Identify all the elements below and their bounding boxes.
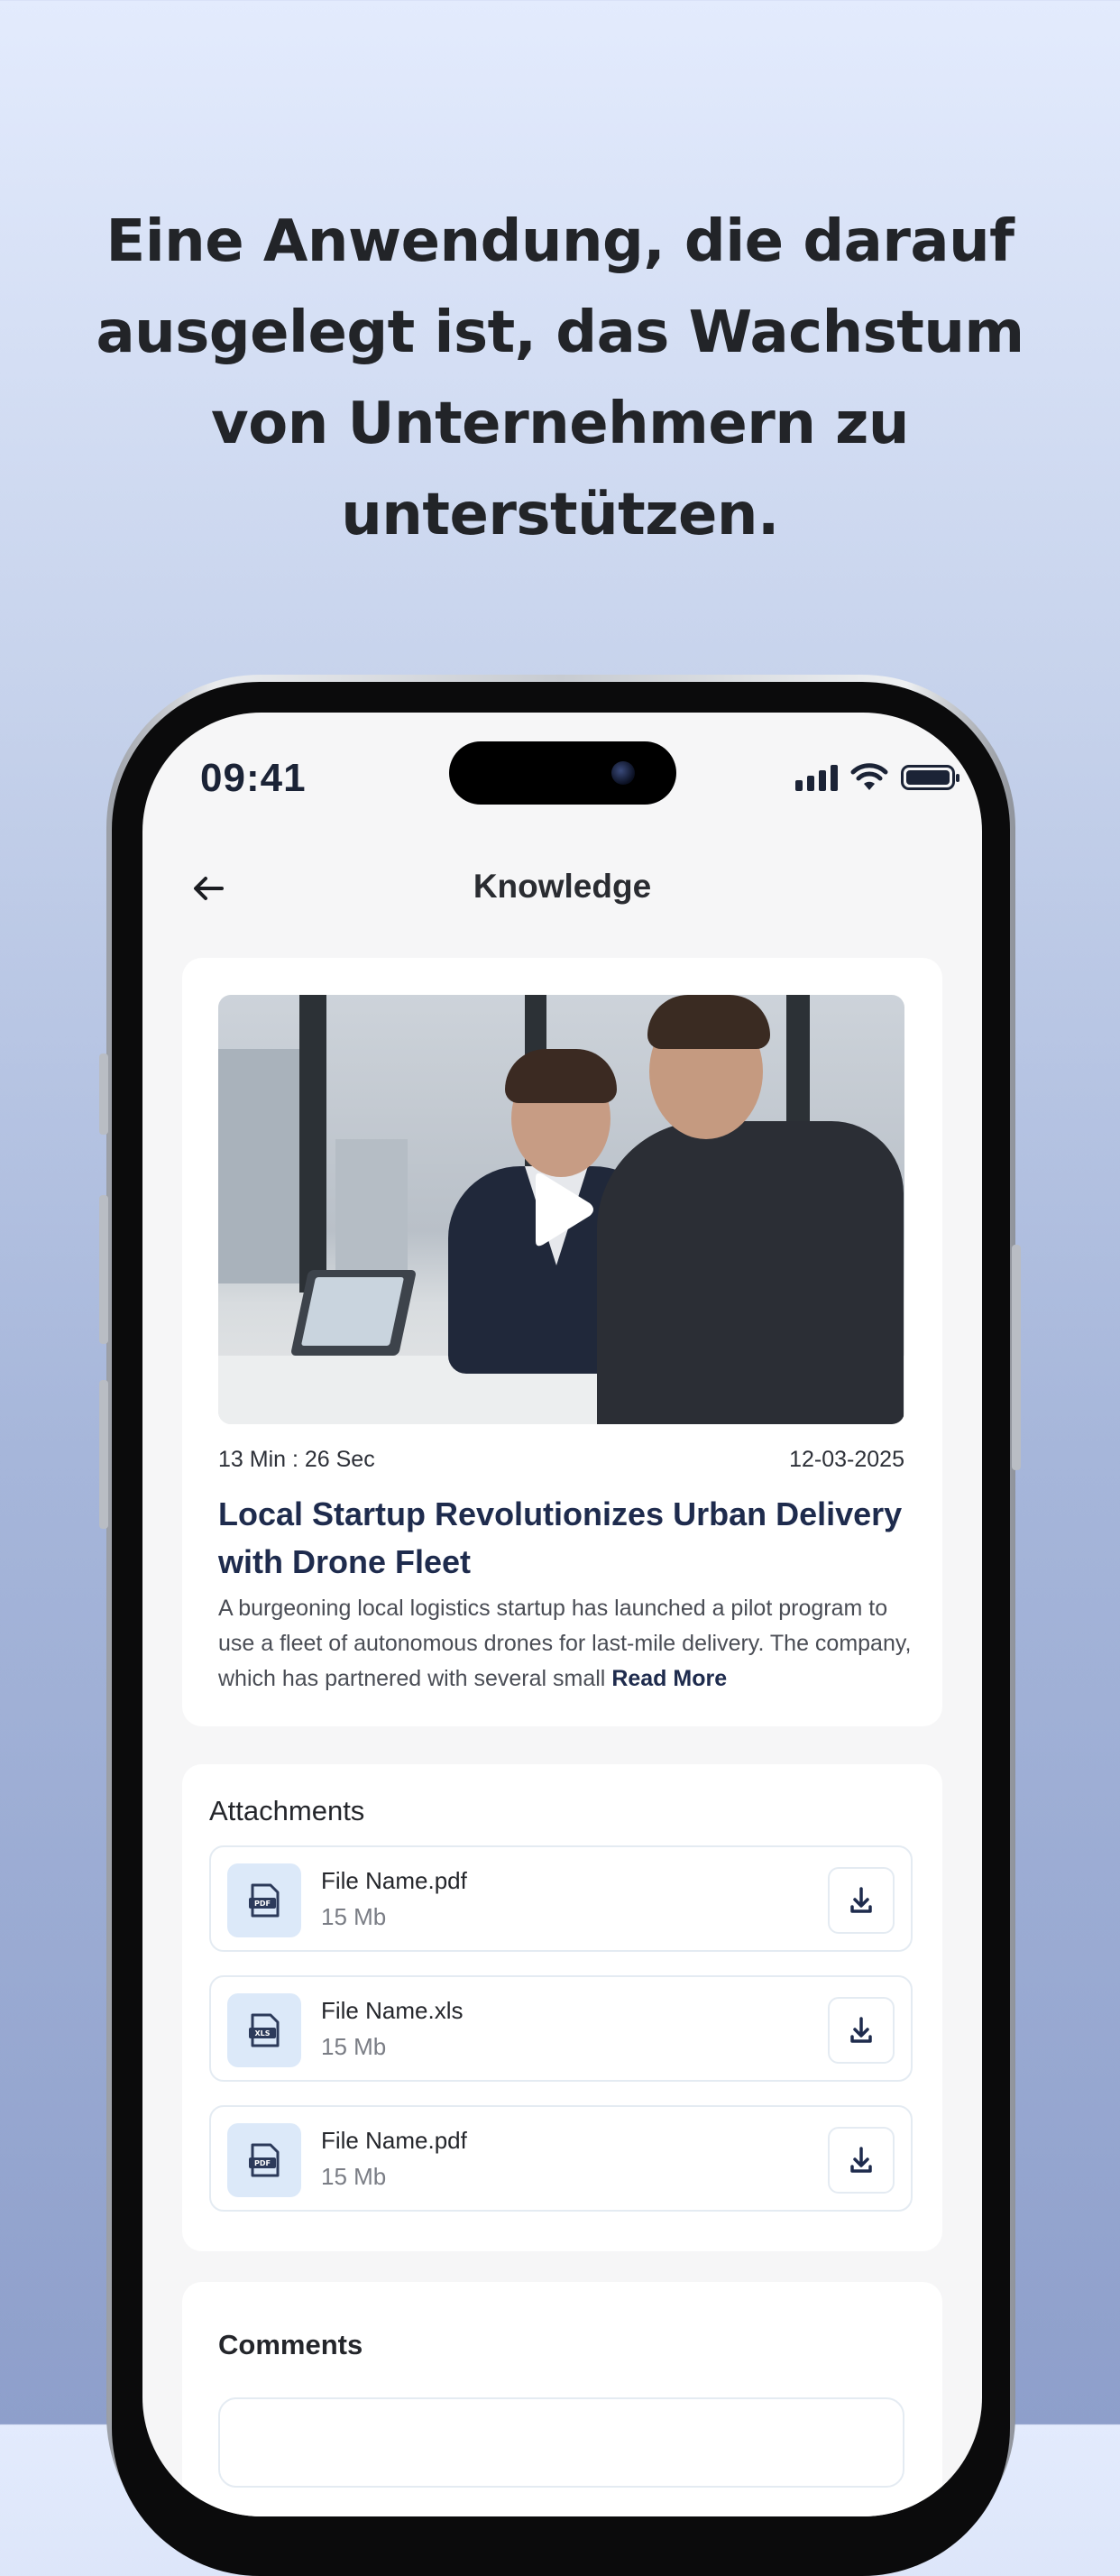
download-button[interactable] bbox=[828, 2127, 895, 2194]
svg-text:PDF: PDF bbox=[254, 2159, 271, 2167]
attachment-row[interactable]: XLS File Name.xls 15 Mb bbox=[209, 1975, 913, 2082]
battery-icon bbox=[901, 765, 959, 790]
file-name: File Name.pdf bbox=[321, 1867, 467, 1894]
svg-text:PDF: PDF bbox=[254, 1900, 271, 1908]
file-size: 15 Mb bbox=[321, 2033, 387, 2060]
file-size: 15 Mb bbox=[321, 1903, 387, 1930]
top-bar: Knowledge bbox=[142, 848, 982, 929]
dynamic-island bbox=[449, 741, 676, 805]
pdf-file-icon: PDF bbox=[227, 2123, 301, 2197]
attachments-title: Attachments bbox=[209, 1795, 365, 1826]
read-more-link[interactable]: Read More bbox=[611, 1666, 727, 1691]
video-date: 12-03-2025 bbox=[789, 1447, 904, 1472]
phone-screen: 09:41 Knowledge 13 Min: 26 Sec 12-03-20… bbox=[142, 713, 982, 2516]
page-title: Knowledge bbox=[473, 868, 652, 905]
camera-icon bbox=[611, 761, 635, 785]
phone-side-button bbox=[99, 1053, 108, 1135]
video-thumbnail[interactable] bbox=[218, 995, 904, 1424]
comments-card: Comments bbox=[182, 2282, 942, 2516]
wifi-icon bbox=[850, 763, 888, 790]
phone-side-button bbox=[1012, 1245, 1021, 1470]
comment-input[interactable] bbox=[218, 2397, 904, 2488]
file-name: File Name.pdf bbox=[321, 2127, 467, 2154]
pdf-file-icon: PDF bbox=[227, 1863, 301, 1937]
attachments-card: Attachments PDF File Name.pdf 15 Mb XLS … bbox=[182, 1764, 942, 2251]
file-size: 15 Mb bbox=[321, 2163, 387, 2190]
phone-side-button bbox=[99, 1380, 108, 1529]
status-icons bbox=[795, 759, 959, 796]
file-name: File Name.xls bbox=[321, 1997, 464, 2024]
headline: Eine Anwendung, die darauf ausgelegt ist… bbox=[96, 208, 1024, 548]
download-icon bbox=[850, 2017, 872, 2043]
phone-side-button bbox=[99, 1195, 108, 1344]
svg-text:XLS: XLS bbox=[254, 2029, 270, 2038]
attachment-row[interactable]: PDF File Name.pdf 15 Mb bbox=[209, 1845, 913, 1952]
download-button[interactable] bbox=[828, 1867, 895, 1934]
video-duration: 13 Min : 26 Sec bbox=[218, 1447, 375, 1472]
status-time: 09:41 bbox=[200, 756, 307, 800]
article-excerpt: A burgeoning local logistics startup has… bbox=[218, 1596, 912, 1691]
download-icon bbox=[850, 2147, 872, 2173]
download-icon bbox=[850, 1887, 872, 1913]
comments-title: Comments bbox=[218, 2329, 363, 2360]
article-card: 13 Min : 26 Sec 12-03-2025 Local Startup… bbox=[182, 958, 942, 1726]
play-icon[interactable] bbox=[525, 1171, 597, 1248]
signal-icon bbox=[795, 764, 838, 791]
attachment-row[interactable]: PDF File Name.pdf 15 Mb bbox=[209, 2105, 913, 2212]
article-title: Local Startup Revolutionizes Urban Deliv… bbox=[218, 1495, 903, 1580]
xls-file-icon: XLS bbox=[227, 1993, 301, 2067]
download-button[interactable] bbox=[828, 1997, 895, 2064]
article-body: A burgeoning local logistics startup has… bbox=[218, 1591, 913, 1697]
